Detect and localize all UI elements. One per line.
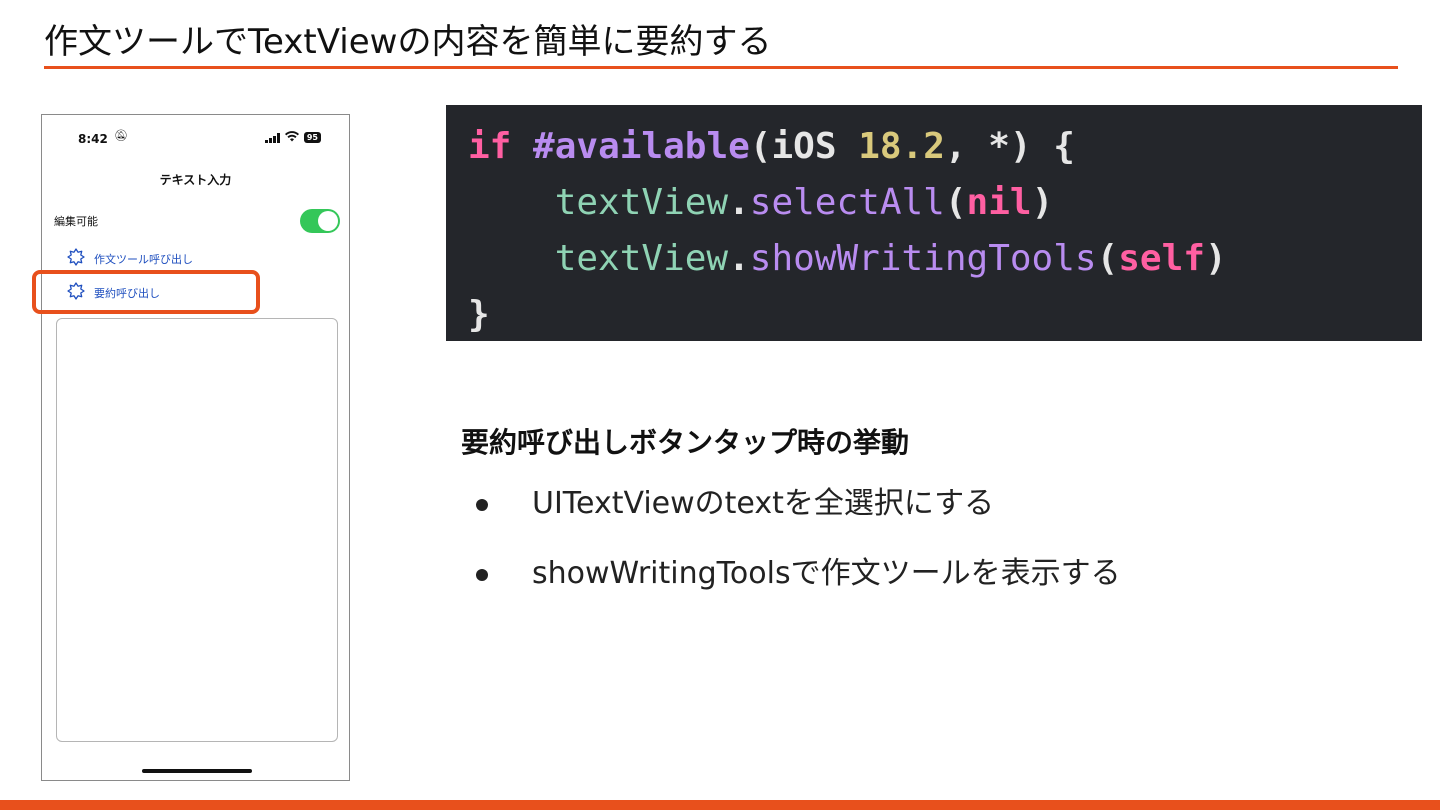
code-block: if #available(iOS 18.2, *) { textView.se… bbox=[446, 105, 1422, 341]
summarize-highlight-box bbox=[32, 270, 260, 314]
bell-slash-icon: 🔕︎ bbox=[114, 129, 128, 142]
bottom-accent-bar bbox=[0, 800, 1440, 810]
bullet-text: showWritingToolsで作文ツールを表示する bbox=[532, 556, 1121, 591]
status-time: 8:42 bbox=[78, 132, 108, 146]
code-line-1: if #available(iOS 18.2, *) { bbox=[468, 126, 1075, 167]
home-indicator bbox=[142, 769, 252, 773]
code-line-3: textView.showWritingTools(self) bbox=[554, 238, 1227, 279]
bullet-item: UITextViewのtextを全選択にする bbox=[474, 482, 1121, 552]
section-heading: 要約呼び出しボタンタップ時の挙動 bbox=[461, 426, 910, 459]
title-underline bbox=[44, 66, 1398, 69]
bullet-list: UITextViewのtextを全選択にする showWritingToolsで… bbox=[474, 482, 1121, 622]
status-icons: 95 bbox=[265, 131, 321, 144]
bullet-item: showWritingToolsで作文ツールを表示する bbox=[474, 552, 1121, 622]
writing-tools-button[interactable]: 作文ツール呼び出し bbox=[66, 247, 193, 270]
phone-screenshot: 8:42 🔕︎ 95 テキスト入力 編集可能 作文ツール呼び出し 要約呼び出し bbox=[41, 114, 350, 781]
writing-tools-label: 作文ツール呼び出し bbox=[94, 252, 193, 266]
text-view[interactable] bbox=[56, 318, 338, 742]
slide-title: 作文ツールでTextViewの内容を簡単に要約する bbox=[44, 22, 772, 62]
editable-toggle[interactable] bbox=[300, 209, 340, 233]
code-line-4: } bbox=[468, 294, 490, 335]
wifi-icon bbox=[284, 131, 299, 144]
bullet-text: UITextViewのtextを全選択にする bbox=[532, 486, 995, 521]
editable-label: 編集可能 bbox=[54, 215, 98, 228]
bullet-dot bbox=[476, 499, 488, 511]
nav-title: テキスト入力 bbox=[159, 173, 232, 187]
cellular-signal-icon bbox=[265, 132, 280, 143]
writing-tools-icon bbox=[66, 247, 86, 270]
code-line-2: textView.selectAll(nil) bbox=[554, 182, 1054, 223]
bullet-dot bbox=[476, 569, 488, 581]
battery-indicator: 95 bbox=[303, 131, 321, 144]
toggle-knob bbox=[318, 211, 338, 231]
